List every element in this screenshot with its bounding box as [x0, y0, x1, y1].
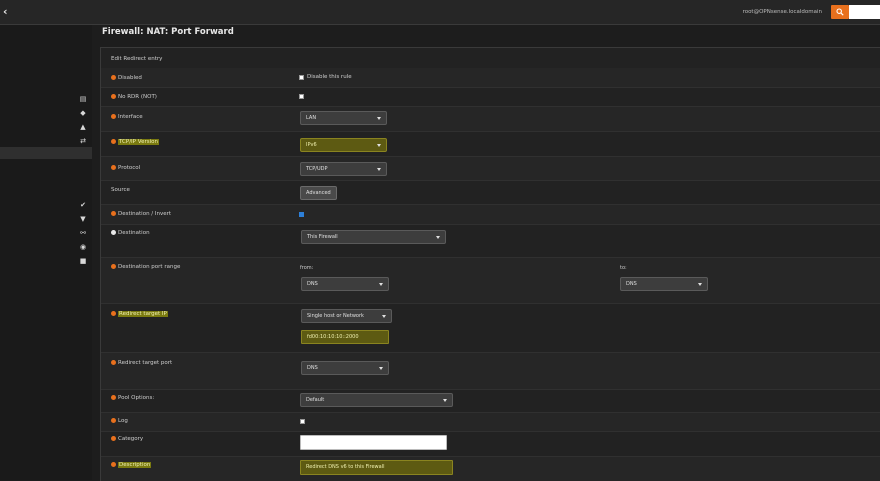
- no-rdr-checkbox[interactable]: [299, 94, 304, 99]
- row-disabled: Disabled Disable this rule: [101, 68, 880, 88]
- edit-form-panel: Edit Redirect entry Disabled Disable thi…: [100, 47, 880, 481]
- info-icon[interactable]: [111, 360, 116, 365]
- chevron-down-icon: [698, 283, 702, 286]
- redirect-target-port-select[interactable]: DNS: [301, 361, 389, 375]
- port-from-select[interactable]: DNS: [301, 277, 389, 291]
- interface-select[interactable]: LAN: [300, 111, 387, 125]
- info-icon[interactable]: [111, 418, 116, 423]
- chevron-down-icon: [377, 168, 381, 171]
- exchange-icon[interactable]: ⇄: [78, 137, 88, 145]
- row-category: Category: [101, 432, 880, 457]
- chevron-down-icon: [379, 367, 383, 370]
- row-protocol: Protocol TCP/UDP: [101, 157, 880, 181]
- protocol-select[interactable]: TCP/UDP: [300, 162, 387, 176]
- row-destination-invert: Destination / Invert: [101, 205, 880, 225]
- main-content: Firewall: NAT: Port Forward Edit Redirec…: [92, 25, 880, 481]
- panel-header: Edit Redirect entry: [101, 48, 880, 69]
- search-input[interactable]: [849, 5, 880, 19]
- info-icon[interactable]: [111, 311, 116, 316]
- info-icon[interactable]: [111, 395, 116, 400]
- chevron-down-icon: [377, 117, 381, 120]
- page-title: Firewall: NAT: Port Forward: [102, 27, 234, 37]
- share-icon[interactable]: ⚯: [78, 229, 88, 237]
- description-input[interactable]: Redirect DNS v6 to this Firewall: [300, 460, 453, 475]
- disabled-checkbox[interactable]: [299, 75, 304, 80]
- info-icon[interactable]: [111, 94, 116, 99]
- to-label: to:: [620, 265, 627, 271]
- row-log: Log: [101, 413, 880, 432]
- warning-icon[interactable]: ▲: [78, 123, 88, 131]
- top-bar: ‹ root@OPNsense.localdomain: [0, 0, 880, 25]
- pool-options-select[interactable]: Default: [300, 393, 453, 407]
- port-to-select[interactable]: DNS: [620, 277, 708, 291]
- camera-icon[interactable]: ■: [78, 257, 88, 265]
- destination-select[interactable]: This Firewall: [301, 230, 446, 244]
- row-interface: Interface LAN: [101, 107, 880, 132]
- tcpip-version-select[interactable]: IPv6: [300, 138, 387, 152]
- category-input[interactable]: [300, 435, 447, 450]
- redirect-target-address-input[interactable]: fd00:10:10:10::2000: [301, 330, 389, 344]
- row-source: Source Advanced: [101, 181, 880, 205]
- from-label: from:: [300, 265, 314, 271]
- search-icon: [836, 8, 844, 16]
- info-icon[interactable]: [111, 436, 116, 441]
- filter-icon[interactable]: ▼: [78, 215, 88, 223]
- chevron-down-icon: [382, 315, 386, 318]
- row-description: Description Redirect DNS v6 to this Fire…: [101, 457, 880, 481]
- row-tcpip-version: TCP/IP Version IPv6: [101, 132, 880, 157]
- destination-invert-checkbox[interactable]: [299, 212, 304, 217]
- info-icon[interactable]: [111, 75, 116, 80]
- check-icon[interactable]: ✔: [78, 201, 88, 209]
- chevron-down-icon: [436, 236, 440, 239]
- info-icon[interactable]: [111, 230, 116, 235]
- list-icon[interactable]: ▤: [78, 95, 88, 103]
- user-menu[interactable]: root@OPNsense.localdomain: [743, 9, 822, 15]
- disabled-checkbox-label: Disable this rule: [307, 74, 352, 80]
- advanced-button[interactable]: Advanced: [300, 186, 337, 200]
- source-label: Source: [111, 187, 130, 193]
- eye-icon[interactable]: ◉: [78, 243, 88, 251]
- info-icon[interactable]: [111, 139, 116, 144]
- log-checkbox[interactable]: [300, 419, 305, 424]
- row-pool-options: Pool Options: Default: [101, 390, 880, 413]
- redirect-target-type-select[interactable]: Single host or Network: [301, 309, 392, 323]
- row-redirect-target-ip: Redirect target IP Single host or Networ…: [101, 304, 880, 353]
- row-destination: Destination This Firewall: [101, 225, 880, 258]
- sidebar: ▤ ◆ ▲ ⇄ ✔ ▼ ⚯ ◉ ■: [0, 25, 92, 480]
- tag-icon[interactable]: ◆: [78, 109, 88, 117]
- info-icon[interactable]: [111, 165, 116, 170]
- section-title: Edit Redirect entry: [111, 56, 163, 62]
- back-chevron-icon[interactable]: ‹: [3, 6, 13, 18]
- row-no-rdr: No RDR (NOT): [101, 88, 880, 107]
- info-icon[interactable]: [111, 264, 116, 269]
- sidebar-active-item[interactable]: [0, 147, 92, 159]
- row-redirect-target-port: Redirect target port DNS: [101, 353, 880, 390]
- row-destination-port-range: Destination port range from: to: DNS DNS: [101, 258, 880, 304]
- chevron-down-icon: [377, 144, 381, 147]
- chevron-down-icon: [379, 283, 383, 286]
- chevron-down-icon: [443, 399, 447, 402]
- info-icon[interactable]: [111, 462, 116, 467]
- info-icon[interactable]: [111, 114, 116, 119]
- info-icon[interactable]: [111, 211, 116, 216]
- search-button[interactable]: [831, 5, 849, 19]
